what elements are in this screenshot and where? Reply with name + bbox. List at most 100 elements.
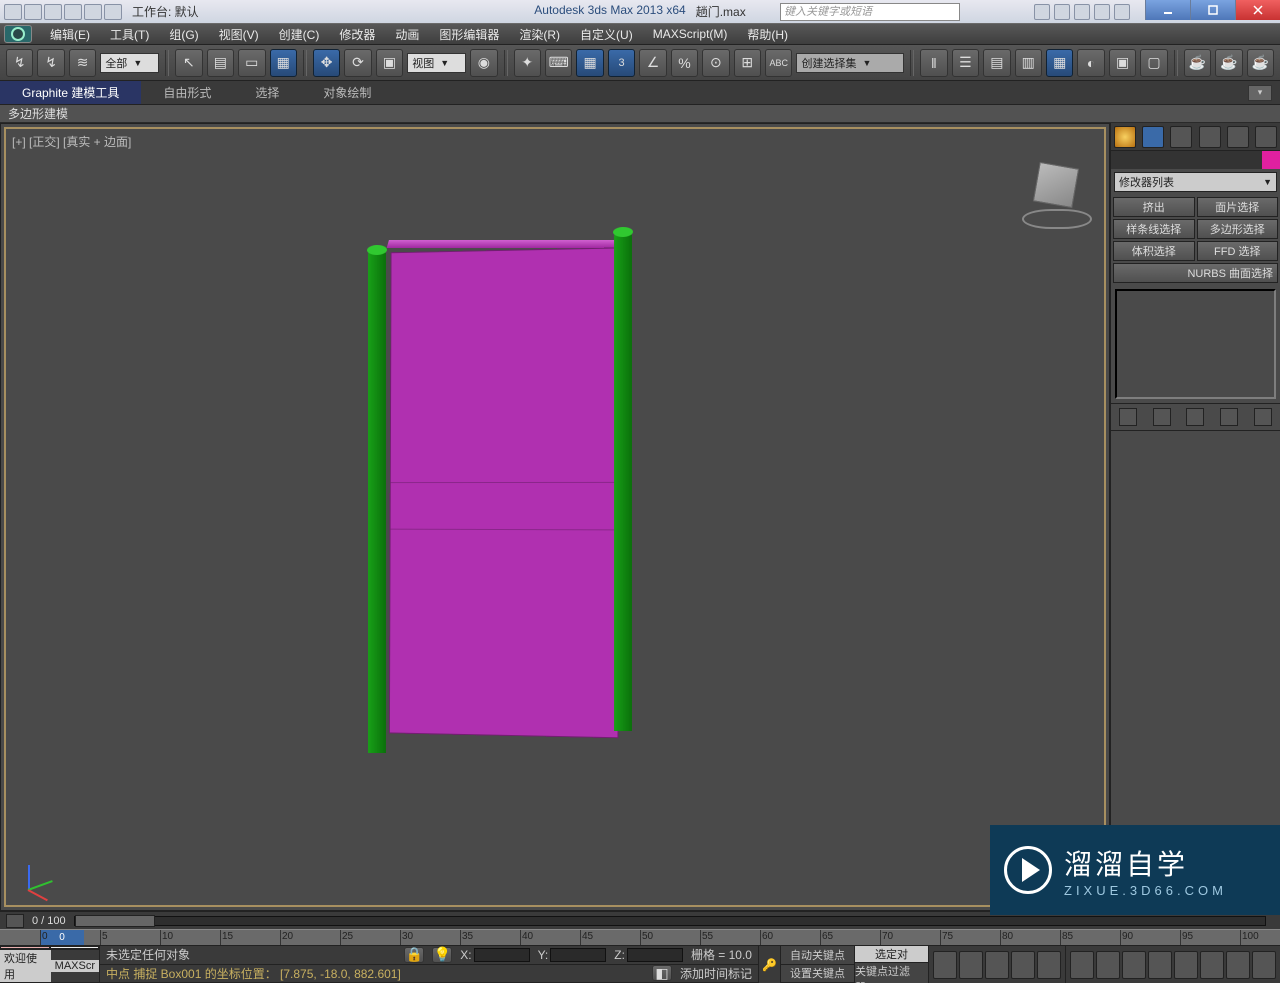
modifier-stack[interactable] <box>1115 289 1276 399</box>
min-max-icon[interactable] <box>1252 951 1276 979</box>
object-name-input[interactable] <box>1111 151 1262 169</box>
tab-motion-icon[interactable] <box>1199 126 1221 148</box>
favorite-icon[interactable] <box>1094 4 1110 20</box>
snap-toggle-icon[interactable]: ▦ <box>576 49 603 77</box>
help-search-input[interactable]: 键入关键字或短语 <box>780 3 960 21</box>
tab-utilities-icon[interactable] <box>1255 126 1277 148</box>
goto-start-icon[interactable] <box>933 951 957 979</box>
add-time-tag[interactable]: 添加时间标记 <box>680 965 752 982</box>
btn-splineselect[interactable]: 样条线选择 <box>1113 219 1195 239</box>
modifier-list-combo[interactable]: 修改器列表▼ <box>1114 172 1277 192</box>
save-icon[interactable] <box>44 4 62 20</box>
maxscript-label[interactable]: MAXScr <box>51 960 99 972</box>
link-tool-icon[interactable]: ↯ <box>6 49 33 77</box>
tab-create-icon[interactable] <box>1114 126 1136 148</box>
curve-editor-icon[interactable]: ▥ <box>1015 49 1042 77</box>
teapot1-icon[interactable]: ☕ <box>1184 49 1211 77</box>
keyboard-shortcut-icon[interactable]: ⌨ <box>545 49 572 77</box>
open-icon[interactable] <box>24 4 42 20</box>
viewcube[interactable] <box>1022 159 1092 229</box>
new-icon[interactable] <box>4 4 22 20</box>
workspace-label[interactable]: 工作台: 默认 <box>132 3 199 20</box>
close-button[interactable] <box>1235 0 1280 20</box>
selection-filter-combo[interactable]: 全部▼ <box>100 53 159 73</box>
exchange-icon[interactable] <box>1074 4 1090 20</box>
next-frame-icon[interactable] <box>1011 951 1035 979</box>
select-tool-icon[interactable]: ↖ <box>175 49 202 77</box>
pan-icon[interactable] <box>1070 951 1094 979</box>
viewcube-ring-icon[interactable] <box>1022 209 1092 229</box>
ribbon-tab-freeform[interactable]: 自由形式 <box>141 81 233 104</box>
window-crossing-icon[interactable]: ▦ <box>270 49 297 77</box>
mini-listener-white[interactable] <box>50 946 100 949</box>
abc-icon[interactable]: ABC <box>765 49 792 77</box>
edge-constraint-icon[interactable]: ⊞ <box>734 49 761 77</box>
help-icon[interactable] <box>1114 4 1130 20</box>
isolate-icon[interactable]: 💡 <box>432 947 452 963</box>
teapot3-icon[interactable]: ☕ <box>1247 49 1274 77</box>
timeline-ruler[interactable]: 0 05101520253035404550556065707580859095… <box>0 929 1280 945</box>
remove-mod-icon[interactable] <box>1220 408 1238 426</box>
menu-modifiers[interactable]: 修改器 <box>329 24 385 44</box>
select-name-icon[interactable]: ▤ <box>207 49 234 77</box>
ribbon-panel-label[interactable]: 多边形建模 <box>0 105 1280 123</box>
pivot-tool-icon[interactable]: ◉ <box>470 49 497 77</box>
btn-patchselect[interactable]: 面片选择 <box>1197 197 1279 217</box>
menu-tools[interactable]: 工具(T) <box>100 24 159 44</box>
material-editor-icon[interactable]: ◐ <box>1077 49 1104 77</box>
menu-create[interactable]: 创建(C) <box>269 24 330 44</box>
set-key-button[interactable]: 设置关键点 <box>781 965 854 983</box>
menu-graph[interactable]: 图形编辑器 <box>429 24 509 44</box>
track-home-icon[interactable] <box>6 914 24 928</box>
maximize-button[interactable] <box>1190 0 1235 20</box>
rotate-tool-icon[interactable]: ⟳ <box>344 49 371 77</box>
layers-icon[interactable]: ▤ <box>983 49 1010 77</box>
percent-snap-icon[interactable]: % <box>671 49 698 77</box>
track-thumb[interactable] <box>75 915 155 927</box>
viewcube-cube-icon[interactable] <box>1033 162 1079 208</box>
key-icon[interactable]: 🔑 <box>758 946 780 983</box>
move-tool-icon[interactable]: ✥ <box>313 49 340 77</box>
align-icon[interactable]: ☰ <box>952 49 979 77</box>
tab-modify-icon[interactable] <box>1142 126 1164 148</box>
application-button[interactable] <box>4 25 32 43</box>
object-color-swatch[interactable] <box>1262 151 1280 169</box>
track-slider[interactable] <box>74 916 1266 926</box>
orbit-icon[interactable] <box>1148 951 1172 979</box>
mini-listener-pink[interactable] <box>0 946 50 949</box>
named-selection-combo[interactable]: 创建选择集▼ <box>796 53 904 73</box>
viewport[interactable]: [+] [正交] [真实 + 边面] <box>4 127 1106 907</box>
select-region-icon[interactable]: ▭ <box>238 49 265 77</box>
menu-help[interactable]: 帮助(H) <box>737 24 798 44</box>
ribbon-expand-icon[interactable]: ▾ <box>1248 85 1272 101</box>
coord-z-input[interactable] <box>627 948 683 962</box>
refcoord-combo[interactable]: 视图▼ <box>407 53 466 73</box>
menu-group[interactable]: 组(G) <box>159 24 208 44</box>
manipulate-icon[interactable]: ✦ <box>514 49 541 77</box>
pan2-icon[interactable] <box>1226 951 1250 979</box>
play-icon[interactable] <box>985 951 1009 979</box>
minimize-button[interactable] <box>1145 0 1190 20</box>
teapot2-icon[interactable]: ☕ <box>1215 49 1242 77</box>
btn-ffdselect[interactable]: FFD 选择 <box>1197 241 1279 261</box>
schematic-icon[interactable]: ▦ <box>1046 49 1073 77</box>
search-icon[interactable] <box>1034 4 1050 20</box>
tab-display-icon[interactable] <box>1227 126 1249 148</box>
btn-polyselect[interactable]: 多边形选择 <box>1197 219 1279 239</box>
fov-icon[interactable] <box>1200 951 1224 979</box>
coord-y-input[interactable] <box>550 948 606 962</box>
btn-extrude[interactable]: 挤出 <box>1113 197 1195 217</box>
key-filter-button[interactable]: 关键点过滤器... <box>855 963 928 983</box>
show-end-icon[interactable] <box>1153 408 1171 426</box>
menu-edit[interactable]: 编辑(E) <box>40 24 100 44</box>
tab-hierarchy-icon[interactable] <box>1170 126 1192 148</box>
zoom-extents-icon[interactable] <box>1122 951 1146 979</box>
menu-maxscript[interactable]: MAXScript(M) <box>643 24 738 44</box>
snap-3-icon[interactable]: 3 <box>608 49 635 77</box>
redo-icon[interactable] <box>84 4 102 20</box>
ribbon-tab-selection[interactable]: 选择 <box>233 81 301 104</box>
auto-key-button[interactable]: 自动关键点 <box>781 946 854 965</box>
menu-animation[interactable]: 动画 <box>385 24 429 44</box>
pin-stack-icon[interactable] <box>1119 408 1137 426</box>
mirror-icon[interactable]: ‖ <box>920 49 947 77</box>
